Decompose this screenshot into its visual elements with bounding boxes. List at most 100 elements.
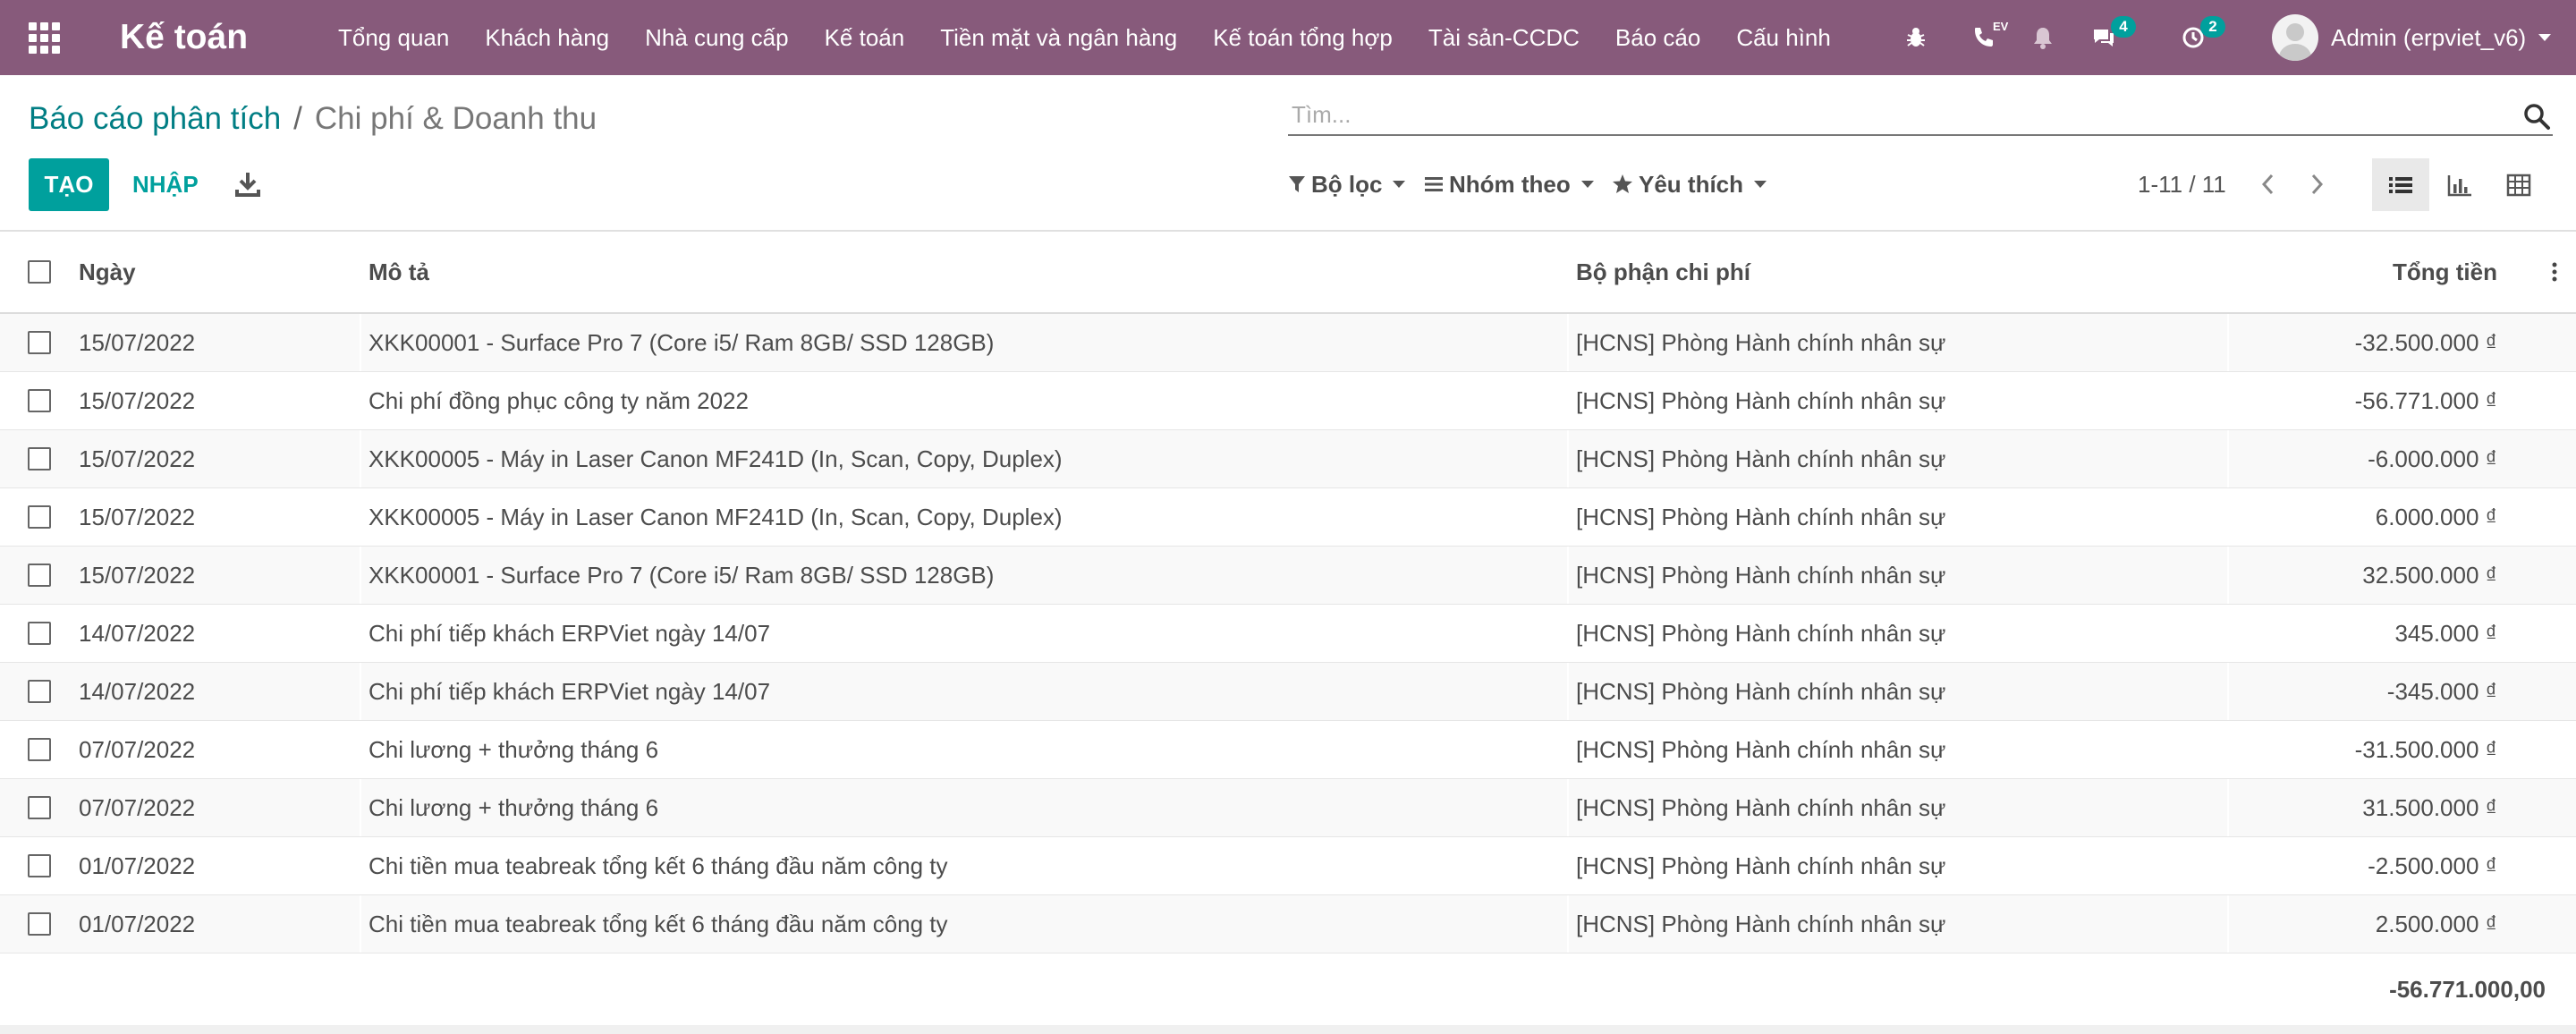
row-amount: 6.000.000 ₫ (2375, 503, 2497, 530)
row-checkbox[interactable] (28, 331, 51, 354)
row-date: 15/07/2022 (79, 386, 196, 414)
list-view-icon (2389, 176, 2412, 193)
select-all-checkbox[interactable] (28, 260, 51, 284)
row-amount: -2.500.000 ₫ (2368, 852, 2497, 879)
groupby-dropdown[interactable]: Nhóm theo (1424, 163, 1594, 206)
row-department: [HCNS] Phòng Hành chính nhân sự (1576, 445, 1946, 472)
create-button[interactable]: TẠO (29, 158, 109, 211)
row-checkbox[interactable] (28, 796, 51, 819)
menu-item-cash-bank[interactable]: Tiền mặt và ngân hàng (940, 24, 1177, 52)
search-bar (1288, 95, 2553, 136)
table-row[interactable]: 15/07/2022 XKK00001 - Surface Pro 7 (Cor… (0, 547, 2576, 605)
breadcrumb-parent[interactable]: Báo cáo phân tích (29, 101, 281, 137)
clock-icon[interactable]: 2 (2175, 0, 2225, 75)
row-date: 14/07/2022 (79, 619, 196, 647)
menu-item-overview[interactable]: Tổng quan (338, 24, 449, 52)
apps-grid-icon[interactable] (23, 17, 66, 58)
menu-item-vendors[interactable]: Nhà cung cấp (645, 24, 788, 52)
menu-item-general-accounting[interactable]: Kế toán tổng hợp (1213, 24, 1393, 52)
column-separator (360, 547, 361, 604)
column-separator (2227, 895, 2229, 953)
column-separator (2227, 372, 2229, 429)
row-select-cell (28, 430, 51, 487)
table-row[interactable]: 01/07/2022 Chi tiền mua teabreak tổng kế… (0, 895, 2576, 953)
filter-dropdown[interactable]: Bộ lọc (1288, 163, 1406, 206)
row-select-cell (28, 895, 51, 953)
column-header-amount[interactable]: Tổng tiền (2393, 232, 2497, 312)
column-separator (360, 605, 361, 662)
list-view-button[interactable] (2372, 158, 2429, 211)
column-header-date[interactable]: Ngày (79, 232, 136, 312)
row-checkbox[interactable] (28, 564, 51, 587)
favorites-label: Yêu thích (1639, 170, 1744, 198)
table-row[interactable]: 07/07/2022 Chi lương + thưởng tháng 6 [H… (0, 721, 2576, 779)
row-checkbox[interactable] (28, 389, 51, 412)
table-row[interactable]: 01/07/2022 Chi tiền mua teabreak tổng kế… (0, 837, 2576, 895)
menu-item-assets[interactable]: Tài sản-CCDC (1428, 24, 1580, 52)
row-select-cell (28, 372, 51, 429)
row-date: 07/07/2022 (79, 793, 196, 821)
breadcrumb: Báo cáo phân tích / Chi phí & Doanh thu (29, 97, 597, 141)
search-input[interactable] (1288, 95, 2504, 134)
row-date: 15/07/2022 (79, 328, 196, 356)
chat-icon[interactable]: 4 (2086, 0, 2136, 75)
table-row[interactable]: 15/07/2022 XKK00005 - Máy in Laser Canon… (0, 488, 2576, 547)
menu-item-customers[interactable]: Khách hàng (485, 24, 609, 52)
messages-count-badge: 4 (2111, 16, 2136, 38)
row-date: 01/07/2022 (79, 852, 196, 879)
pager-next-button[interactable] (2301, 168, 2333, 200)
row-select-cell (28, 547, 51, 604)
row-checkbox[interactable] (28, 912, 51, 936)
table-row[interactable]: 07/07/2022 Chi lương + thưởng tháng 6 [H… (0, 779, 2576, 837)
pivot-view-button[interactable] (2490, 158, 2547, 211)
column-header-department[interactable]: Bộ phận chi phí (1576, 232, 1750, 312)
row-checkbox[interactable] (28, 854, 51, 877)
row-department: [HCNS] Phòng Hành chính nhân sự (1576, 677, 1946, 705)
avatar (2272, 14, 2318, 61)
column-separator (360, 779, 361, 836)
menu-item-configuration[interactable]: Cấu hình (1736, 24, 1831, 52)
row-checkbox[interactable] (28, 738, 51, 761)
row-checkbox[interactable] (28, 505, 51, 529)
import-button[interactable]: NHẬP (127, 158, 204, 211)
optional-columns-button[interactable] (2547, 232, 2562, 312)
column-separator (2227, 663, 2229, 720)
app-title[interactable]: Kế toán (120, 11, 248, 64)
row-description: Chi tiền mua teabreak tổng kết 6 tháng đ… (369, 910, 948, 937)
filter-icon (1289, 176, 1305, 192)
table-row[interactable]: 14/07/2022 Chi phí tiếp khách ERPViet ng… (0, 605, 2576, 663)
filter-label: Bộ lọc (1311, 170, 1383, 198)
phone-icon[interactable]: EV (1964, 0, 2008, 75)
row-date: 07/07/2022 (79, 735, 196, 763)
table-row[interactable]: 14/07/2022 Chi phí tiếp khách ERPViet ng… (0, 663, 2576, 721)
star-icon (1613, 174, 1632, 193)
search-icon[interactable] (2522, 102, 2551, 131)
chevron-down-icon (1754, 181, 1767, 188)
chevron-left-icon (2261, 174, 2274, 195)
favorites-dropdown[interactable]: Yêu thích (1612, 163, 1767, 206)
column-header-description[interactable]: Mô tả (369, 232, 429, 312)
menu-item-reports[interactable]: Báo cáo (1615, 24, 1700, 52)
user-menu[interactable]: Admin (erpviet_v6) (2272, 0, 2552, 75)
row-checkbox[interactable] (28, 447, 51, 470)
pager-value[interactable]: 1-11 / 11 (2138, 163, 2226, 206)
table-body: 15/07/2022 XKK00001 - Surface Pro 7 (Cor… (0, 314, 2576, 953)
table-footer: -56.771.000,00 (0, 953, 2576, 1025)
bug-icon[interactable] (1898, 0, 1934, 75)
row-checkbox[interactable] (28, 622, 51, 645)
row-amount: 32.500.000 ₫ (2362, 561, 2497, 589)
pager-previous-button[interactable] (2252, 168, 2284, 200)
download-icon[interactable] (234, 170, 261, 199)
row-select-cell (28, 721, 51, 778)
menu-item-accounting[interactable]: Kế toán (825, 24, 905, 52)
table-row[interactable]: 15/07/2022 Chi phí đồng phục công ty năm… (0, 372, 2576, 430)
row-department: [HCNS] Phòng Hành chính nhân sự (1576, 852, 1946, 879)
row-amount: 31.500.000 ₫ (2362, 793, 2497, 821)
table-row[interactable]: 15/07/2022 XKK00001 - Surface Pro 7 (Cor… (0, 314, 2576, 372)
bell-icon[interactable] (2025, 0, 2061, 75)
row-checkbox[interactable] (28, 680, 51, 703)
graph-view-button[interactable] (2431, 158, 2488, 211)
column-separator (1567, 663, 1569, 720)
table-row[interactable]: 15/07/2022 XKK00005 - Máy in Laser Canon… (0, 430, 2576, 488)
main-menu: Tổng quan Khách hàng Nhà cung cấp Kế toá… (338, 0, 1867, 75)
